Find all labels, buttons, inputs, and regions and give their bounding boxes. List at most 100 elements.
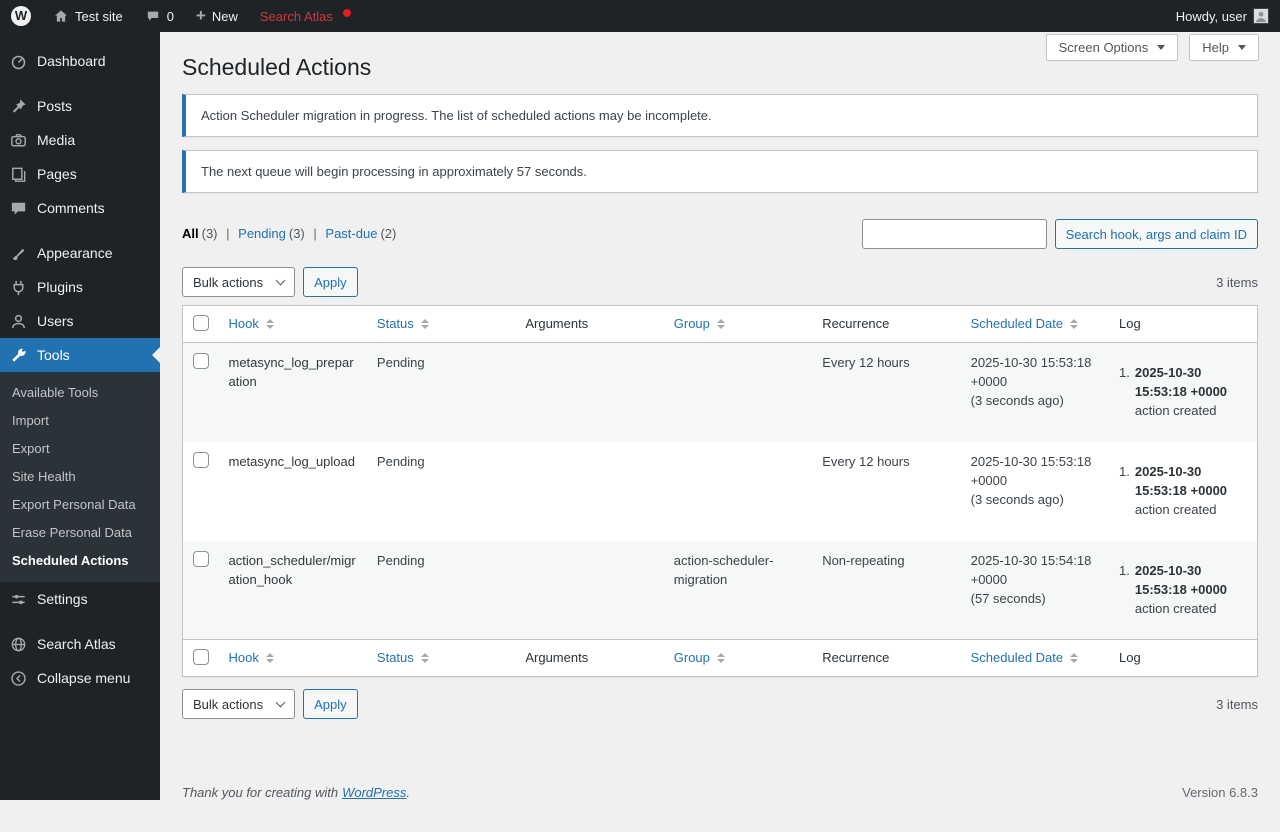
column-header-scheduled-date: Scheduled Date: [961, 306, 1109, 343]
sidebar-item-settings[interactable]: Settings: [0, 582, 160, 616]
search-input[interactable]: [862, 219, 1047, 249]
column-header-status: Status: [367, 306, 515, 343]
sidebar-item-pages[interactable]: Pages: [0, 157, 160, 191]
recurrence-cell: Non-repeating: [812, 541, 960, 640]
sidebar-item-media[interactable]: Media: [0, 123, 160, 157]
help-button[interactable]: Help: [1189, 34, 1259, 61]
notice-text: Action Scheduler migration in progress. …: [201, 107, 1242, 124]
avatar: [1253, 8, 1269, 24]
sidebar-item-collapse-menu[interactable]: Collapse menu: [0, 661, 160, 695]
pages-icon: [8, 164, 28, 184]
row-checkbox[interactable]: [193, 452, 209, 468]
filter-all-count: (3): [202, 226, 218, 241]
tablenav-top: Bulk actions Apply 3 items: [182, 267, 1258, 297]
filter-past-due[interactable]: Past-due: [325, 226, 377, 241]
table-header-row: Hook Status Arguments Group Recurrence S…: [183, 306, 1258, 343]
apply-button[interactable]: Apply: [303, 267, 358, 297]
select-all-cell-footer: [183, 640, 219, 677]
row-checkbox[interactable]: [193, 551, 209, 567]
globe-icon: [8, 634, 28, 654]
submenu-item-available-tools[interactable]: Available Tools: [0, 379, 160, 407]
screen-options-button[interactable]: Screen Options: [1046, 34, 1179, 61]
chevron-down-icon: [1157, 45, 1165, 50]
wordpress-link[interactable]: WordPress: [342, 785, 406, 800]
status-cell: Pending: [367, 442, 515, 541]
bulk-actions-select[interactable]: Bulk actions: [182, 267, 295, 297]
submenu-item-export[interactable]: Export: [0, 435, 160, 463]
site-name-menu[interactable]: Test site: [42, 0, 134, 32]
sort-group-link[interactable]: Group: [674, 314, 725, 334]
scheduled-date-cell: 2025-10-30 15:53:18 +0000 (3 seconds ago…: [961, 442, 1109, 541]
select-all-cell: [183, 306, 219, 343]
column-footer-status: Status: [367, 640, 515, 677]
migration-notice: Action Scheduler migration in progress. …: [182, 94, 1258, 137]
user-icon: [8, 311, 28, 331]
relative-time: (3 seconds ago): [971, 393, 1064, 408]
submenu-item-erase-personal-data[interactable]: Erase Personal Data: [0, 519, 160, 547]
sort-hook-link-footer[interactable]: Hook: [229, 648, 274, 668]
submenu-item-scheduled-actions[interactable]: Scheduled Actions: [0, 547, 160, 575]
chevron-down-icon: [276, 275, 286, 285]
filter-all[interactable]: All: [182, 226, 199, 241]
sidebar-item-comments[interactable]: Comments: [0, 191, 160, 225]
notice-text: The next queue will begin processing in …: [201, 163, 1242, 180]
column-header-log: Log: [1109, 306, 1257, 343]
submenu-item-site-health[interactable]: Site Health: [0, 463, 160, 491]
howdy-text: Howdy, user: [1176, 9, 1247, 24]
sidebar-item-search-atlas[interactable]: Search Atlas: [0, 627, 160, 661]
column-footer-log: Log: [1109, 640, 1257, 677]
comment-bubble-icon: [145, 8, 161, 24]
sort-arrows-icon: [266, 653, 274, 663]
column-footer-hook: Hook: [219, 640, 367, 677]
sort-arrows-icon: [717, 653, 725, 663]
home-icon: [53, 8, 69, 24]
sort-group-link-footer[interactable]: Group: [674, 648, 725, 668]
hook-cell: metasync_log_upload: [219, 442, 367, 541]
arguments-cell: [515, 343, 663, 442]
column-header-arguments: Arguments: [515, 306, 663, 343]
hook-cell: metasync_log_preparation: [219, 343, 367, 442]
table-row: action_scheduler/migration_hook Pending …: [183, 541, 1258, 640]
sidebar-item-appearance[interactable]: Appearance: [0, 236, 160, 270]
sort-arrows-icon: [717, 319, 725, 329]
wordpress-logo-menu[interactable]: W: [0, 0, 42, 32]
sidebar-item-tools[interactable]: Tools: [0, 338, 160, 372]
submenu-item-import[interactable]: Import: [0, 407, 160, 435]
submenu-item-export-personal-data[interactable]: Export Personal Data: [0, 491, 160, 519]
plug-icon: [8, 277, 28, 297]
screen-meta: Screen Options Help: [1046, 34, 1259, 61]
my-account-menu[interactable]: Howdy, user: [1165, 0, 1280, 32]
filter-pending[interactable]: Pending: [238, 226, 286, 241]
recurrence-cell: Every 12 hours: [812, 442, 960, 541]
relative-time: (3 seconds ago): [971, 492, 1064, 507]
sidebar-item-plugins[interactable]: Plugins: [0, 270, 160, 304]
menu-separator: [0, 225, 160, 236]
row-checkbox[interactable]: [193, 353, 209, 369]
main-content: Screen Options Help Scheduled Actions Ac…: [160, 32, 1280, 810]
sort-scheduled-date-link-footer[interactable]: Scheduled Date: [971, 648, 1079, 668]
status-cell: Pending: [367, 343, 515, 442]
sidebar-item-users[interactable]: Users: [0, 304, 160, 338]
comments-menu[interactable]: 0: [134, 0, 185, 32]
sidebar-item-posts[interactable]: Posts: [0, 89, 160, 123]
dashboard-icon: [8, 51, 28, 71]
sort-status-link[interactable]: Status: [377, 314, 429, 334]
select-all-checkbox-footer[interactable]: [193, 649, 209, 665]
apply-button-bottom[interactable]: Apply: [303, 689, 358, 719]
sort-hook-link[interactable]: Hook: [229, 314, 274, 334]
search-atlas-menu[interactable]: Search Atlas: [249, 0, 362, 32]
select-all-checkbox[interactable]: [193, 315, 209, 331]
status-cell: Pending: [367, 541, 515, 640]
log-cell: 1. 2025-10-30 15:53:18 +0000action creat…: [1109, 541, 1257, 640]
comment-count: 0: [167, 9, 174, 24]
new-content-menu[interactable]: + New: [185, 0, 249, 32]
sort-status-link-footer[interactable]: Status: [377, 648, 429, 668]
sort-scheduled-date-link[interactable]: Scheduled Date: [971, 314, 1079, 334]
row-select-cell: [183, 541, 219, 640]
search-submit-button[interactable]: Search hook, args and claim ID: [1055, 219, 1258, 249]
column-header-hook: Hook: [219, 306, 367, 343]
sidebar-item-dashboard[interactable]: Dashboard: [0, 44, 160, 78]
bulk-actions-select-bottom[interactable]: Bulk actions: [182, 689, 295, 719]
footer-thanks: Thank you for creating withWordPress.: [182, 785, 410, 800]
chevron-down-icon: [1238, 45, 1246, 50]
